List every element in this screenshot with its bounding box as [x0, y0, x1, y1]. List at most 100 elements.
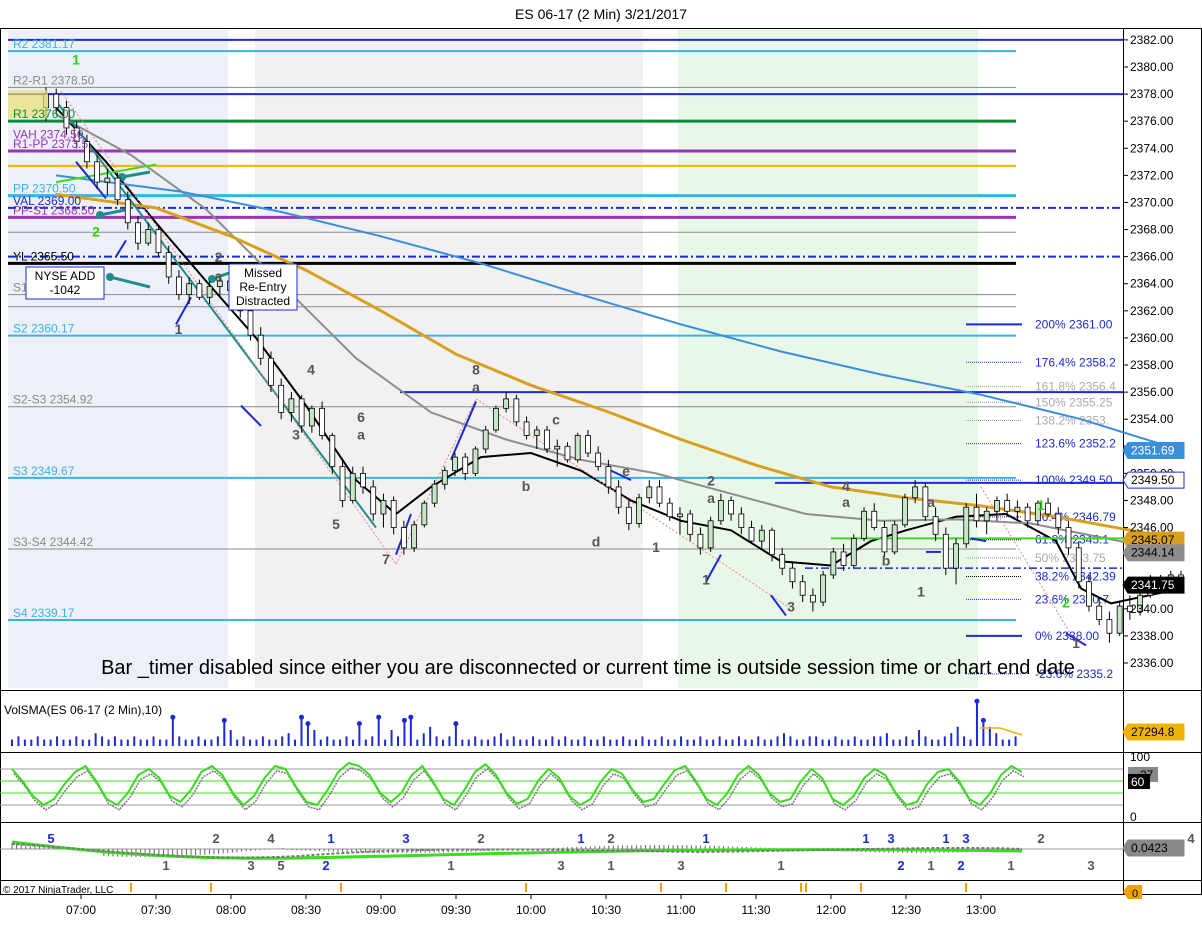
candle-body [677, 513, 683, 518]
price-axis[interactable]: 2382.00 2380.00 2378.00 2376.00 2374.00 2372.… [1122, 33, 1185, 670]
candle-body [554, 445, 561, 450]
candle-body [1065, 527, 1072, 549]
time-tick-label: 12:30 [891, 903, 921, 917]
volume-spike-dot [298, 714, 304, 720]
pivot-label: S2 2360.17 [13, 322, 75, 336]
candle-body [176, 276, 182, 295]
pivot-label: R1-PP 2373.5 [13, 137, 88, 151]
pivot-label: R2 2381.17 [13, 37, 75, 51]
wave-label: 2 [1062, 594, 1070, 610]
price-tick-label: 2356.00 [1130, 385, 1174, 399]
price-badge: 2341.75 [1122, 576, 1185, 594]
price-tick-label: 2364.00 [1130, 277, 1174, 291]
wave-label: 4 [307, 361, 315, 377]
volume-sma-line [980, 727, 1023, 736]
candle-body [636, 497, 642, 524]
wave-label: 3 [787, 599, 795, 615]
volume-spike-dot [980, 717, 986, 723]
macd-wave-label: 1 [942, 831, 949, 846]
marker-badge-text: 0 [1132, 888, 1138, 900]
macd-wave-label: 2 [897, 858, 904, 873]
candle-body [902, 497, 908, 526]
wave-label: 1 [1037, 497, 1045, 513]
candle-body [738, 513, 745, 528]
volume-spike-dot [221, 717, 227, 723]
candle-body [656, 486, 663, 504]
fib-label: 50% 2343.75 [1035, 551, 1106, 565]
fib-label: 150% 2355.25 [1035, 395, 1113, 409]
time-tick-label: 08:30 [291, 903, 321, 917]
candle-body [319, 407, 325, 436]
wave-label: 8 [472, 361, 480, 377]
candle-body [114, 177, 121, 201]
copyright-text: © 2017 NinjaTrader, LLC [3, 885, 113, 896]
volume-panel-frame [0, 690, 1202, 753]
wave-label: b [522, 478, 531, 494]
wave-label: a [927, 494, 935, 510]
volume-spike-dot [305, 721, 311, 727]
macd-wave-label: 3 [962, 831, 969, 846]
candle-body [646, 486, 653, 499]
price-badge: 2344.14 [1122, 544, 1185, 562]
time-axis[interactable]: 07:00 07:30 08:00 08:30 09:00 09:30 10:00 10:30… [66, 894, 996, 917]
macd-badge: 0.0423 [1122, 839, 1185, 857]
candle-body [53, 93, 60, 109]
candle-body [349, 472, 356, 501]
macd-wave-label: 1 [447, 858, 454, 873]
candle-body [891, 524, 898, 553]
fib-label: 123.6% 2352.2 [1035, 437, 1116, 451]
candle-body [942, 533, 949, 569]
time-tick-label: 13:00 [966, 903, 996, 917]
session-marker [860, 883, 862, 892]
macd-wave-label: 2 [322, 858, 329, 873]
macd-wave-label: 2 [212, 831, 219, 846]
volume-spike-dot [408, 714, 414, 720]
wave-label: a [215, 268, 223, 284]
macd-badge-text: 0.0423 [1131, 841, 1168, 855]
candle-body [472, 448, 479, 474]
price-tick-label: 2376.00 [1130, 114, 1174, 128]
volume-badge-text: 27294.8 [1131, 725, 1175, 739]
candle-body [360, 472, 366, 488]
candle-body [206, 286, 213, 298]
chart-title: ES 06-17 (2 Min) 3/21/2017 [515, 6, 687, 22]
candle-body [707, 520, 714, 549]
candle-body [257, 334, 264, 359]
session-marker [210, 883, 212, 892]
time-tick-label: 11:30 [741, 903, 770, 917]
price-tick-label: 2378.00 [1130, 87, 1174, 101]
volume-spike-dot [401, 717, 407, 723]
time-tick-label: 11:00 [666, 903, 695, 917]
candle-body [799, 581, 806, 596]
price-tick-label: 2362.00 [1130, 304, 1174, 318]
candle-body [462, 456, 469, 474]
candle-body [1116, 605, 1123, 634]
wave-label: a [472, 379, 480, 395]
macd-wave-label: 3 [677, 858, 684, 873]
candle-body [697, 533, 704, 549]
candle-body [186, 283, 193, 295]
macd-wave-label: 1 [702, 831, 709, 846]
volume-panel-title: VolSMA(ES 06-17 (2 Min),10) [4, 703, 162, 717]
price-tick-label: 2360.00 [1130, 331, 1174, 345]
candle-body [748, 527, 755, 542]
candle-body [861, 510, 867, 539]
macd-wave-label: 4 [1187, 831, 1195, 846]
candle-body [963, 506, 970, 545]
chart-canvas[interactable]: ES 06-17 (2 Min) 3/21/2017 0 200% 2361.0… [0, 0, 1202, 952]
macd-wave-label: 1 [862, 831, 869, 846]
price-tick-label: 2336.00 [1130, 656, 1174, 670]
session-marker [340, 883, 342, 892]
session-marker [725, 883, 727, 892]
macd-wave-label: 1 [927, 858, 934, 873]
candle-body [595, 452, 602, 467]
wave-label: 1 [1072, 635, 1080, 651]
candle-body [615, 486, 622, 508]
candle-body [1075, 547, 1082, 583]
time-tick-label: 09:00 [366, 903, 396, 917]
session-bands [8, 30, 978, 688]
macd-wave-label: 4 [267, 831, 275, 846]
callout-text: Distracted [236, 294, 290, 308]
candle-body [953, 543, 959, 569]
wave-label: 4 [842, 478, 850, 494]
